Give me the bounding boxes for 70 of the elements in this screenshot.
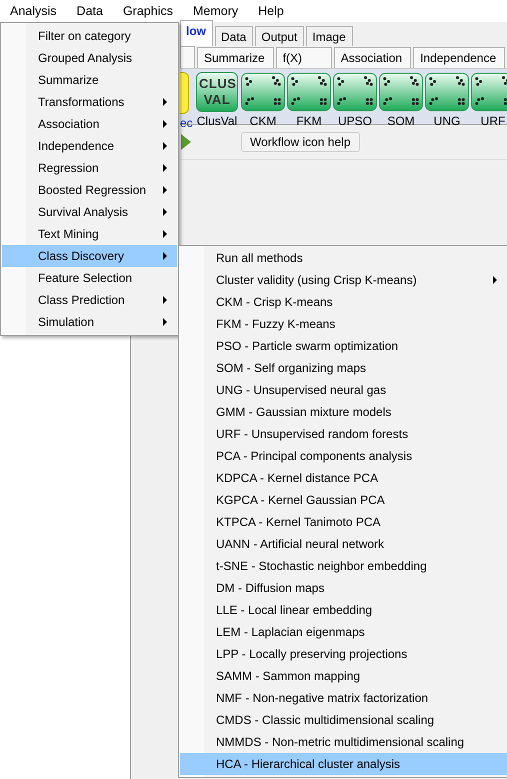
menu-item[interactable]: t-SNE - Stochastic neighbor embedding	[180, 555, 507, 577]
icon-label: UPSO	[338, 114, 372, 128]
tab[interactable]: low	[180, 20, 213, 46]
menu-item[interactable]: Text Mining	[2, 223, 177, 245]
dots-tile-icon[interactable]	[287, 72, 331, 112]
menu-item[interactable]: Independence	[2, 135, 177, 157]
menu-item[interactable]: GMM - Gaussian mixture models	[180, 401, 507, 423]
menu-item[interactable]: Regression	[2, 157, 177, 179]
cluster-validity-button[interactable]: CLUS VAL	[196, 72, 238, 112]
menu-item[interactable]: Run all methods	[180, 247, 507, 269]
dots-tile-icon[interactable]	[379, 72, 423, 112]
menu-item[interactable]: URF - Unsupervised random forests	[180, 423, 507, 445]
menu-item[interactable]: SOM - Self organizing maps	[180, 357, 507, 379]
menu-item[interactable]: HCA - Hierarchical cluster analysis	[180, 753, 507, 775]
menu-item[interactable]: KTPCA - Kernel Tanimoto PCA	[180, 511, 507, 533]
play-icon[interactable]	[181, 134, 191, 150]
tile-icon[interactable]	[180, 72, 189, 114]
menu-bar-item[interactable]: Analysis	[4, 4, 63, 18]
menu-bar-item[interactable]: Graphics	[116, 4, 179, 18]
menu-item[interactable]: Simulation	[2, 311, 177, 333]
menu-item[interactable]: Summarize	[2, 69, 177, 91]
menu-item[interactable]: DM - Diffusion maps	[180, 577, 507, 599]
icon-label: ClusVal	[196, 114, 238, 128]
menu-item[interactable]: NMF - Non-negative matrix factorization	[180, 687, 507, 709]
menu-bar-item[interactable]: Data	[70, 4, 109, 18]
menu-item[interactable]: Boosted Regression	[2, 179, 177, 201]
menu-item[interactable]: Transformations	[2, 91, 177, 113]
tab[interactable]: f(X)	[276, 47, 332, 68]
icon-label: URF	[480, 114, 506, 128]
menu-bar-item[interactable]: Memory	[186, 4, 244, 18]
menu-item[interactable]: CKM - Crisp K-means	[180, 291, 507, 313]
menu-item[interactable]: UANN - Artificial neural network	[180, 533, 507, 555]
tab[interactable]	[180, 46, 195, 68]
icon-label: UNG	[434, 114, 460, 128]
menu-item[interactable]: Class Prediction	[2, 289, 177, 311]
tab[interactable]: Independence	[413, 47, 506, 68]
menu-item[interactable]: Grouped Analysis	[2, 47, 177, 69]
dots-tile-icon[interactable]	[471, 72, 507, 112]
menu-item[interactable]: KDPCA - Kernel distance PCA	[180, 467, 507, 489]
menu-item[interactable]: LLE - Local linear embedding	[180, 599, 507, 621]
menu-item[interactable]: FKM - Fuzzy K-means	[180, 313, 507, 335]
dots-tile-icon[interactable]	[333, 72, 377, 112]
menu-item[interactable]: UNG - Unsupervised neural gas	[180, 379, 507, 401]
tab[interactable]: Image	[306, 26, 353, 46]
menu-item[interactable]: NMMDS - Non-metric multidimensional scaling	[180, 731, 507, 753]
menu-item[interactable]: PCA - Principal components analysis	[180, 445, 507, 467]
menu-item[interactable]: Cluster validity (using Crisp K-means)	[180, 269, 507, 291]
menu-item[interactable]: Filter on category	[2, 25, 177, 47]
dots-tile-icon[interactable]	[241, 72, 285, 112]
menu-item[interactable]: Feature Selection	[2, 267, 177, 289]
tab[interactable]: Summarize	[197, 47, 274, 68]
menu-item[interactable]: SAMM - Sammon mapping	[180, 665, 507, 687]
menu-item[interactable]: PSO - Particle swarm optimization	[180, 335, 507, 357]
menu-item[interactable]: LPP - Locally preserving projections	[180, 643, 507, 665]
icon-label: CKM	[250, 114, 276, 128]
menu-item[interactable]: CMDS - Classic multidimensional scaling	[180, 709, 507, 731]
menu-item[interactable]: Association	[2, 113, 177, 135]
icon-label: FKM	[296, 114, 322, 128]
tab[interactable]: Output	[255, 26, 304, 46]
menu-item[interactable]: Survival Analysis	[2, 201, 177, 223]
menu-bar-item[interactable]: Help	[252, 4, 290, 18]
menu-item[interactable]: KGPCA - Kernel Gaussian PCA	[180, 489, 507, 511]
menu-item[interactable]: LEM - Laplacian eigenmaps	[180, 621, 507, 643]
dots-tile-icon[interactable]	[425, 72, 469, 112]
workflow-help-button[interactable]: Workflow icon help	[241, 132, 360, 152]
tab[interactable]: Association	[334, 47, 412, 68]
tab[interactable]: Data	[215, 26, 254, 46]
icon-label: SOM	[387, 114, 415, 128]
icon-label: ec	[180, 116, 193, 130]
menu-item[interactable]: Class Discovery	[2, 245, 177, 267]
